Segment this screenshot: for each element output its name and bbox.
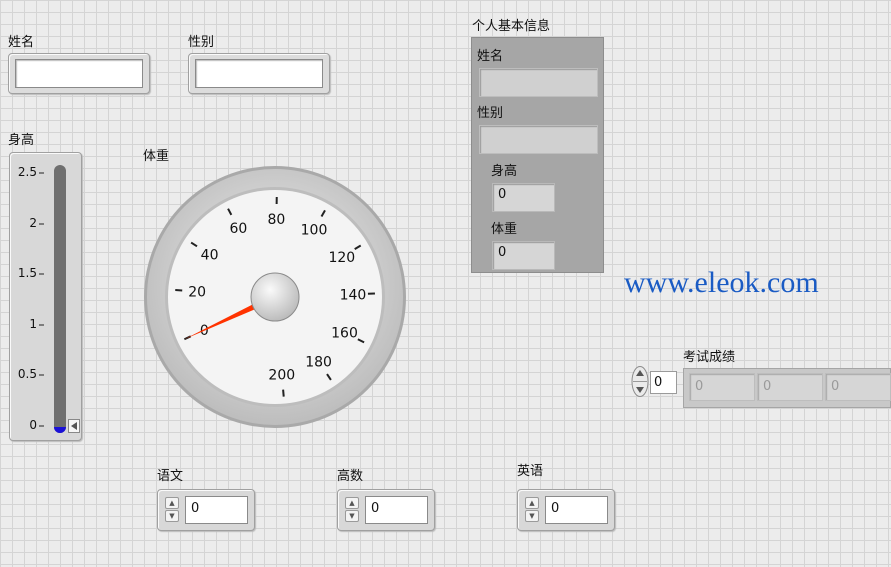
gauge-label-180: 180 <box>305 355 332 371</box>
chinese-numeric-control: ▲ ▼ 0 <box>157 489 255 531</box>
english-label: 英语 <box>517 464 544 479</box>
gender-string-control <box>188 53 330 94</box>
height-label: 身高 <box>8 133 35 148</box>
english-input[interactable]: 0 <box>545 496 608 524</box>
scores-element-0[interactable]: 0 <box>689 373 755 401</box>
chinese-spinner: ▲ ▼ <box>165 497 179 523</box>
gauge-label-40: 40 <box>201 248 219 264</box>
chinese-label: 语文 <box>157 469 184 484</box>
name-input[interactable] <box>15 59 143 88</box>
gender-label: 性别 <box>188 35 215 50</box>
cluster-height-label: 身高 <box>491 164 518 179</box>
name-label: 姓名 <box>8 35 35 50</box>
height-tick-marks <box>39 172 44 427</box>
decrement-arrow-icon[interactable]: ▼ <box>345 510 359 522</box>
cluster-height-field: 0 <box>492 183 555 212</box>
gauge-label-160: 160 <box>331 325 358 341</box>
height-tick-1.5: 1.5 <box>17 266 37 280</box>
gauge-label-140: 140 <box>340 287 367 303</box>
increment-arrow-icon[interactable]: ▲ <box>165 497 179 509</box>
scores-array-label: 考试成绩 <box>683 350 736 365</box>
gender-input[interactable] <box>195 59 323 88</box>
height-tick-0: 0 <box>29 418 37 432</box>
gauge-label-200: 200 <box>268 368 295 384</box>
gauge-hub <box>250 272 300 322</box>
gauge-tick-200 <box>282 389 285 397</box>
height-tick-2.5: 2.5 <box>17 165 37 179</box>
cluster-gender-label: 性别 <box>477 106 504 121</box>
index-spin-icon[interactable] <box>631 365 649 398</box>
gauge-label-80: 80 <box>267 212 285 228</box>
height-tick-2: 2 <box>29 216 37 230</box>
gauge-label-20: 20 <box>188 285 206 301</box>
cluster-weight-field: 0 <box>492 241 555 270</box>
scores-element-1[interactable]: 0 <box>757 373 823 401</box>
chinese-input[interactable]: 0 <box>185 496 248 524</box>
cluster-name-field <box>479 68 598 97</box>
scores-element-2[interactable]: 0 <box>825 373 891 401</box>
decrement-arrow-icon[interactable]: ▼ <box>525 510 539 522</box>
height-tick-1: 1 <box>29 317 37 331</box>
height-tank[interactable]: 2.5 2 1.5 1 0.5 0 <box>9 152 82 441</box>
height-tank-tube <box>54 165 66 433</box>
scores-array: 0 0 0 <box>683 368 891 408</box>
gauge-label-100: 100 <box>301 222 328 238</box>
math-numeric-control: ▲ ▼ 0 <box>337 489 435 531</box>
increment-arrow-icon[interactable]: ▲ <box>345 497 359 509</box>
height-tank-fill <box>54 427 66 433</box>
increment-arrow-icon[interactable]: ▲ <box>525 497 539 509</box>
weight-gauge[interactable]: 020406080100120140160180200 <box>142 166 408 432</box>
math-spinner: ▲ ▼ <box>345 497 359 523</box>
name-string-control <box>8 53 150 94</box>
math-label: 高数 <box>337 469 364 484</box>
height-tick-0.5: 0.5 <box>17 367 37 381</box>
slider-pointer-icon[interactable] <box>68 419 80 433</box>
english-spinner: ▲ ▼ <box>525 497 539 523</box>
english-numeric-control: ▲ ▼ 0 <box>517 489 615 531</box>
info-cluster-title: 个人基本信息 <box>472 19 551 34</box>
math-input[interactable]: 0 <box>365 496 428 524</box>
decrement-arrow-icon[interactable]: ▼ <box>165 510 179 522</box>
gauge-label-120: 120 <box>328 250 355 266</box>
scores-index-spinner[interactable]: 0 <box>631 365 677 398</box>
info-cluster: 姓名 性别 身高 0 体重 0 <box>471 37 604 273</box>
scores-index-field[interactable]: 0 <box>650 371 677 394</box>
watermark-text: www.eleok.com <box>624 266 819 299</box>
cluster-gender-field <box>479 125 598 154</box>
weight-label: 体重 <box>143 149 170 164</box>
gauge-label-60: 60 <box>229 221 247 237</box>
cluster-name-label: 姓名 <box>477 49 504 64</box>
cluster-weight-label: 体重 <box>491 222 518 237</box>
